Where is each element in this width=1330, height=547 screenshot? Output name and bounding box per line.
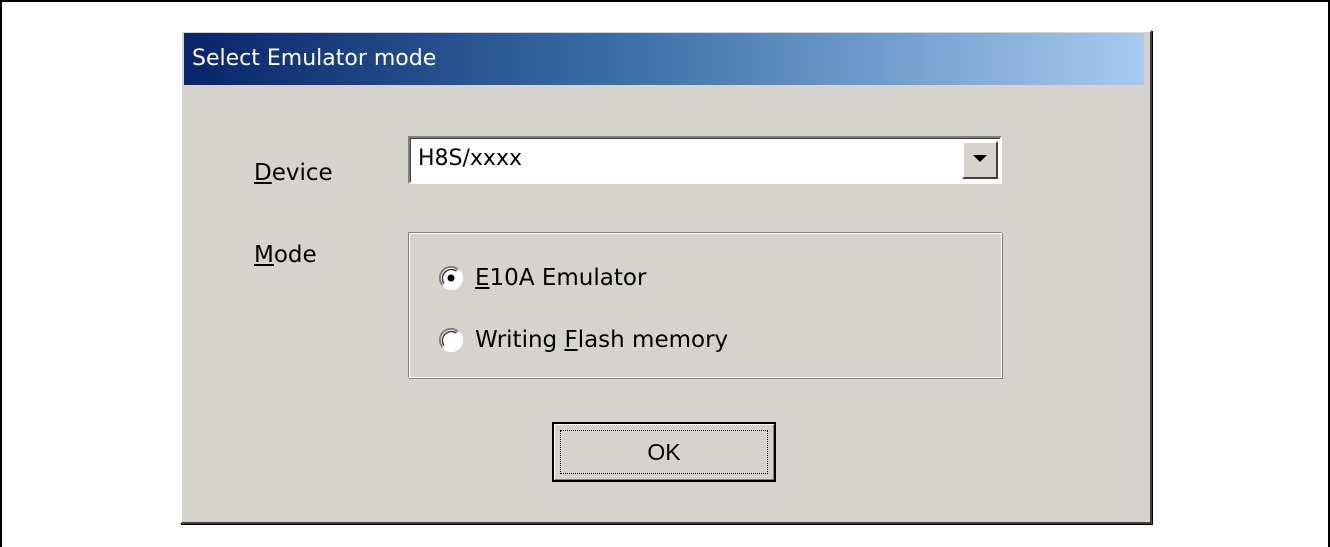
device-select-value: H8S/xxxx	[418, 146, 522, 171]
device-label: Device	[254, 160, 333, 186]
device-label-text: evice	[271, 160, 333, 186]
chevron-down-icon	[973, 155, 987, 162]
flash-access-key: F	[564, 327, 578, 353]
dialog-title: Select Emulator mode	[192, 46, 437, 71]
mode-label-text: ode	[273, 242, 317, 268]
flash-label-prefix: Writing	[475, 327, 565, 353]
ok-button[interactable]: OK	[552, 422, 776, 482]
device-label-access-key: D	[254, 160, 272, 186]
radio-writing-flash-memory[interactable]: Writing Flash memory	[439, 325, 728, 355]
dialog-titlebar[interactable]: Select Emulator mode	[184, 33, 1144, 85]
select-emulator-mode-dialog: Select Emulator mode Device H8S/xxxx Mod…	[180, 30, 1152, 524]
e10a-access-key: E	[475, 265, 490, 291]
device-dropdown-button[interactable]	[962, 141, 998, 179]
flash-label-text: lash memory	[577, 327, 729, 353]
ok-button-label: OK	[647, 438, 681, 465]
radio-unselected-icon[interactable]	[439, 328, 463, 352]
mode-label: Mode	[254, 242, 317, 268]
e10a-label-text: 10A Emulator	[489, 265, 647, 291]
device-select[interactable]: H8S/xxxx	[408, 136, 1002, 184]
writing-flash-memory-label: Writing Flash memory	[475, 327, 728, 353]
mode-group: E10A Emulator Writing Flash memory	[408, 232, 1002, 378]
radio-e10a-emulator[interactable]: E10A Emulator	[439, 263, 646, 293]
e10a-emulator-label: E10A Emulator	[475, 265, 646, 291]
ok-button-focus-rect: OK	[560, 430, 768, 474]
mode-label-access-key: M	[254, 242, 274, 268]
radio-selected-icon[interactable]	[439, 266, 463, 290]
